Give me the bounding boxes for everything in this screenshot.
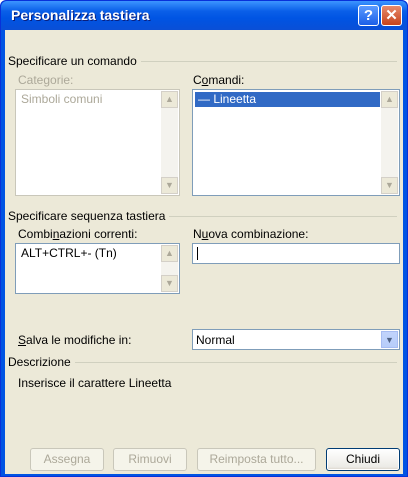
- scroll-up-icon[interactable]: ▲: [161, 91, 178, 108]
- scroll-up-icon[interactable]: ▲: [381, 91, 398, 108]
- commands-item-selected[interactable]: — Lineetta: [195, 92, 380, 107]
- scroll-down-icon[interactable]: ▼: [161, 275, 178, 292]
- categories-scrollbar[interactable]: ▲ ▼: [161, 91, 178, 194]
- title-bar[interactable]: Personalizza tastiera ? ✕: [1, 1, 407, 30]
- commands-label: Comandi:: [193, 73, 244, 87]
- keyboard-sequence-group: Specificare sequenza tastiera: [8, 209, 397, 223]
- current-keys-scrollbar[interactable]: ▲ ▼: [161, 245, 178, 292]
- new-shortcut-input[interactable]: [192, 243, 400, 264]
- new-shortcut-label: Nuova combinazione:: [193, 227, 308, 241]
- save-in-label-part: alva le modifiche in:: [26, 333, 132, 347]
- specify-command-group: Specificare un comando: [8, 54, 397, 68]
- save-in-label: Salva le modifiche in:: [18, 333, 131, 347]
- close-button[interactable]: Chiudi: [326, 448, 400, 471]
- dialog-window: Personalizza tastiera ? ✕ Specificare un…: [0, 0, 408, 477]
- current-keys-label-part: Combi: [18, 227, 53, 241]
- new-shortcut-label-part: ova combinazione:: [208, 227, 309, 241]
- dialog-body: Specificare un comando Categorie: Simbol…: [5, 30, 403, 474]
- close-icon[interactable]: ✕: [381, 5, 402, 26]
- categories-list[interactable]: Simboli comuni ▲ ▼: [15, 89, 180, 196]
- current-keys-list[interactable]: ALT+CTRL+- (Tn) ▲ ▼: [15, 243, 180, 294]
- keyboard-sequence-group-label: Specificare sequenza tastiera: [8, 209, 170, 223]
- description-text: Inserisce il carattere Lineetta: [18, 376, 172, 390]
- assign-button[interactable]: Assegna: [30, 448, 104, 471]
- categories-item[interactable]: Simboli comuni: [18, 92, 160, 107]
- specify-command-group-label: Specificare un comando: [8, 54, 141, 68]
- current-keys-item[interactable]: ALT+CTRL+- (Tn): [18, 246, 160, 261]
- scroll-down-icon[interactable]: ▼: [381, 177, 398, 194]
- chevron-down-icon[interactable]: ▼: [381, 331, 398, 348]
- commands-scrollbar[interactable]: ▲ ▼: [381, 91, 398, 194]
- scroll-up-icon[interactable]: ▲: [161, 245, 178, 262]
- commands-label-part: mandi:: [208, 73, 245, 87]
- current-keys-label: Combinazioni correnti:: [18, 227, 137, 241]
- commands-list[interactable]: — Lineetta ▲ ▼: [192, 89, 400, 196]
- description-group-label: Descrizione: [8, 355, 75, 369]
- save-in-selected-value: Normal: [196, 333, 235, 347]
- help-icon[interactable]: ?: [358, 5, 379, 26]
- text-caret: [197, 247, 198, 260]
- new-shortcut-label-part: N: [193, 227, 202, 241]
- remove-button[interactable]: Rimuovi: [113, 448, 187, 471]
- description-group: Descrizione: [8, 355, 397, 369]
- save-in-label-accesskey: S: [18, 333, 27, 347]
- commands-label-part: C: [193, 73, 202, 87]
- save-in-select[interactable]: Normal ▼: [192, 329, 400, 350]
- window-title: Personalizza tastiera: [11, 7, 150, 23]
- categories-label: Categorie:: [18, 73, 74, 87]
- current-keys-label-part: azioni correnti:: [59, 227, 138, 241]
- scroll-down-icon[interactable]: ▼: [161, 177, 178, 194]
- reset-all-button[interactable]: Reimposta tutto...: [197, 448, 316, 471]
